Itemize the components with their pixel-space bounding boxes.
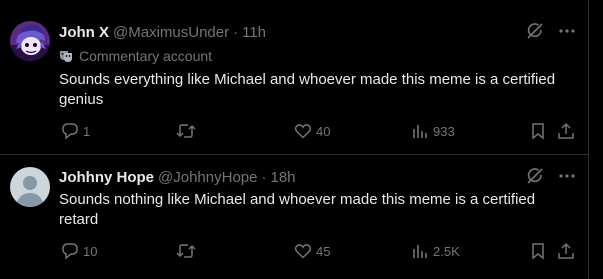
- avatar[interactable]: [10, 21, 50, 61]
- view-count: 933: [433, 123, 455, 139]
- account-label: Commentary account: [59, 47, 212, 65]
- header-actions: [526, 22, 576, 40]
- views-button[interactable]: 2.5K: [411, 241, 460, 261]
- reply-button[interactable]: 10: [61, 241, 97, 261]
- separator: ·: [261, 168, 267, 186]
- share-button[interactable]: [557, 241, 575, 261]
- share-button[interactable]: [557, 121, 575, 141]
- reply-icon: [62, 243, 78, 260]
- post-time[interactable]: 11h: [242, 24, 266, 41]
- bookmark-button[interactable]: [529, 121, 547, 141]
- post-header: John X @MaximusUnder · 11h: [59, 22, 576, 42]
- reply-count: 1: [83, 123, 91, 139]
- views-button[interactable]: 933: [411, 121, 455, 141]
- timeline: John X @MaximusUnder · 11h Commentary ac…: [0, 0, 589, 279]
- reply-icon: [62, 123, 78, 140]
- share-icon: [558, 242, 574, 259]
- header-actions: [526, 167, 576, 185]
- action-bar: 1 40 933: [59, 121, 579, 141]
- like-count: 40: [316, 123, 331, 139]
- avatar[interactable]: [10, 167, 50, 207]
- author-handle[interactable]: @JohhnyHope: [158, 169, 257, 186]
- bookmark-icon: [532, 243, 544, 260]
- cartoon-avatar-icon: [10, 21, 50, 61]
- grok-icon[interactable]: [526, 167, 544, 185]
- reply-button[interactable]: 1: [61, 121, 90, 141]
- default-avatar-icon: [10, 167, 50, 207]
- repost-button[interactable]: [176, 241, 200, 261]
- repost-icon: [176, 244, 196, 258]
- post-header: Johhny Hope @JohhnyHope · 18h: [59, 167, 576, 187]
- post[interactable]: Johhny Hope @JohhnyHope · 18h Sounds not…: [0, 155, 588, 279]
- more-options-icon[interactable]: [558, 22, 576, 40]
- like-count: 45: [316, 243, 331, 259]
- share-icon: [558, 122, 574, 139]
- theater-masks-icon: [60, 51, 72, 62]
- post-time[interactable]: 18h: [270, 169, 295, 186]
- account-label-text: Commentary account: [79, 48, 213, 64]
- post-text: Sounds nothing like Michael and whoever …: [59, 191, 536, 228]
- bookmark-icon: [532, 123, 544, 140]
- view-count: 2.5K: [433, 243, 460, 259]
- repost-button[interactable]: [176, 121, 200, 141]
- author-handle[interactable]: @MaximusUnder: [113, 24, 229, 41]
- more-options-icon[interactable]: [558, 167, 576, 185]
- repost-icon: [176, 124, 196, 138]
- analytics-icon: [413, 125, 427, 138]
- grok-icon[interactable]: [526, 22, 544, 40]
- heart-icon: [294, 124, 312, 139]
- author-name[interactable]: John X: [59, 24, 109, 41]
- post[interactable]: John X @MaximusUnder · 11h Commentary ac…: [0, 0, 588, 155]
- action-bar: 10 45 2.5K: [59, 241, 579, 261]
- bookmark-button[interactable]: [529, 241, 547, 261]
- separator: ·: [233, 23, 239, 41]
- reply-count: 10: [83, 243, 98, 259]
- like-button[interactable]: 40: [294, 121, 330, 141]
- heart-icon: [294, 244, 312, 259]
- like-button[interactable]: 45: [294, 241, 330, 261]
- author-name[interactable]: Johhny Hope: [59, 169, 154, 186]
- post-text: Sounds everything like Michael and whoev…: [59, 71, 556, 108]
- analytics-icon: [413, 245, 427, 258]
